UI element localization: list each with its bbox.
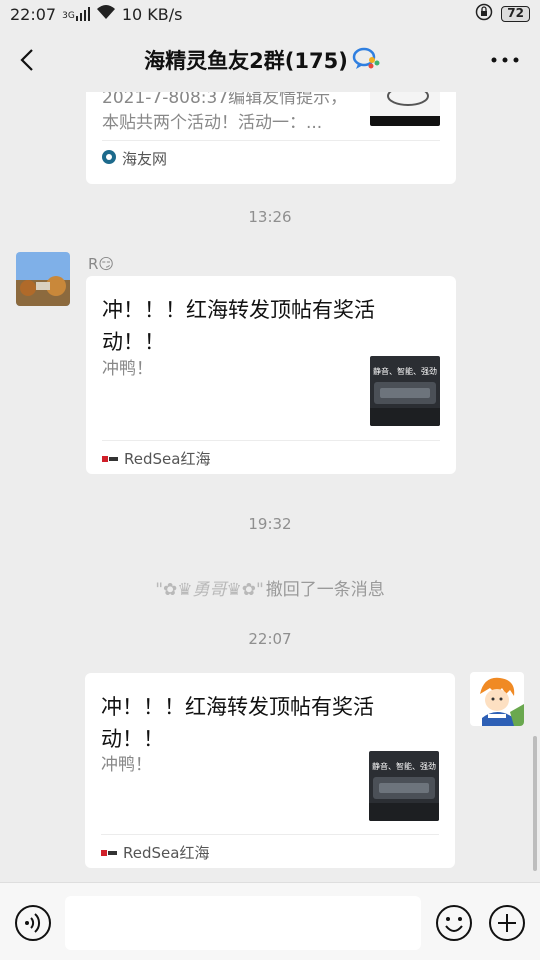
card-divider xyxy=(102,440,440,441)
card-description: 冲鸭！ xyxy=(101,755,152,775)
signal-icon: 3G xyxy=(62,7,90,21)
card-description: 冲鸭！ xyxy=(102,359,153,379)
thumb-text: 静音、智能、强劲 xyxy=(372,762,436,771)
wifi-icon xyxy=(96,4,116,24)
back-button[interactable] xyxy=(0,28,54,92)
battery-indicator: 72 xyxy=(501,6,530,22)
card-desc-line2: 本贴共两个活动！活动一：... xyxy=(102,113,323,133)
card-thumbnail: 静音、智能、强劲 xyxy=(369,751,439,821)
card-source-label: RedSea红海 xyxy=(124,450,211,468)
network-speed: 10 KB/s xyxy=(121,4,183,24)
page-title: 海精灵鱼友2群(175) xyxy=(144,49,348,73)
message-input[interactable] xyxy=(65,896,421,950)
card-divider xyxy=(102,140,440,141)
status-bar: 22:07 3G 10 KB/s 72 xyxy=(0,0,540,28)
card-thumbnail xyxy=(370,92,440,126)
sender-name: R😏 xyxy=(88,255,115,273)
recall-text: 撤回了一条消息 xyxy=(265,580,385,600)
redsea-logo-icon xyxy=(101,844,117,862)
card-source: RedSea红海 xyxy=(101,842,209,863)
shared-link-card-top[interactable]: 2021-7-808:37编辑友情提示， 本贴共两个活动！活动一：... 海友网 xyxy=(86,92,456,184)
back-arrow-icon xyxy=(20,49,33,71)
timestamp: 22:07 xyxy=(248,630,292,648)
shared-link-card-own[interactable]: 冲！！！红海转发顶帖有奖活 动！！ 冲鸭！ 静音、智能、强劲 RedSea红海 xyxy=(85,673,455,868)
sender-avatar[interactable] xyxy=(16,252,70,306)
card-source: 海友网 xyxy=(102,148,167,169)
emoji-button[interactable] xyxy=(434,903,474,943)
card-thumbnail: 静音、智能、强劲 xyxy=(370,356,440,426)
card-title-line1: 冲！！！红海转发顶帖有奖活 xyxy=(101,695,374,719)
more-options-button[interactable] xyxy=(470,28,540,92)
redsea-logo-icon xyxy=(102,450,118,468)
shared-link-card[interactable]: 冲！！！红海转发顶帖有奖活 动！！ 冲鸭！ 静音、智能、强劲 RedSea红海 xyxy=(86,276,456,474)
card-divider xyxy=(101,834,439,835)
title-bar: 海精灵鱼友2群(175) xyxy=(0,28,540,92)
card-title-line1: 冲！！！红海转发顶帖有奖活 xyxy=(102,298,375,322)
timestamp: 13:26 xyxy=(248,208,292,226)
group-chat-icon xyxy=(352,46,380,75)
recall-user-name[interactable]: "✿♛勇哥♛✿" xyxy=(155,575,264,600)
emoji-icon xyxy=(436,905,472,941)
network-type: 3G xyxy=(62,11,75,21)
more-functions-button[interactable] xyxy=(487,903,527,943)
card-source-label: 海友网 xyxy=(122,150,168,168)
status-time: 22:07 xyxy=(10,4,57,24)
lock-rotation-icon xyxy=(475,3,493,25)
input-bar xyxy=(0,882,540,960)
my-avatar[interactable] xyxy=(470,672,524,726)
chat-area[interactable]: 2021-7-808:37编辑友情提示， 本贴共两个活动！活动一：... 海友网… xyxy=(0,92,540,882)
voice-icon xyxy=(15,905,51,941)
chat-scrollbar[interactable] xyxy=(533,736,537,871)
timestamp: 19:32 xyxy=(248,515,292,533)
recall-notice: "✿♛勇哥♛✿" 撤回了一条消息 xyxy=(0,575,540,600)
card-source-label: RedSea红海 xyxy=(123,844,210,862)
chat-title: 海精灵鱼友2群(175) xyxy=(54,45,470,75)
voice-button[interactable] xyxy=(13,903,53,943)
plus-icon xyxy=(489,905,525,941)
more-icon xyxy=(491,57,519,63)
haiyou-logo-icon xyxy=(102,149,116,168)
card-source: RedSea红海 xyxy=(102,448,210,469)
thumb-text: 静音、智能、强劲 xyxy=(373,367,437,376)
card-desc-line1: 2021-7-808:37编辑友情提示， xyxy=(102,92,348,108)
